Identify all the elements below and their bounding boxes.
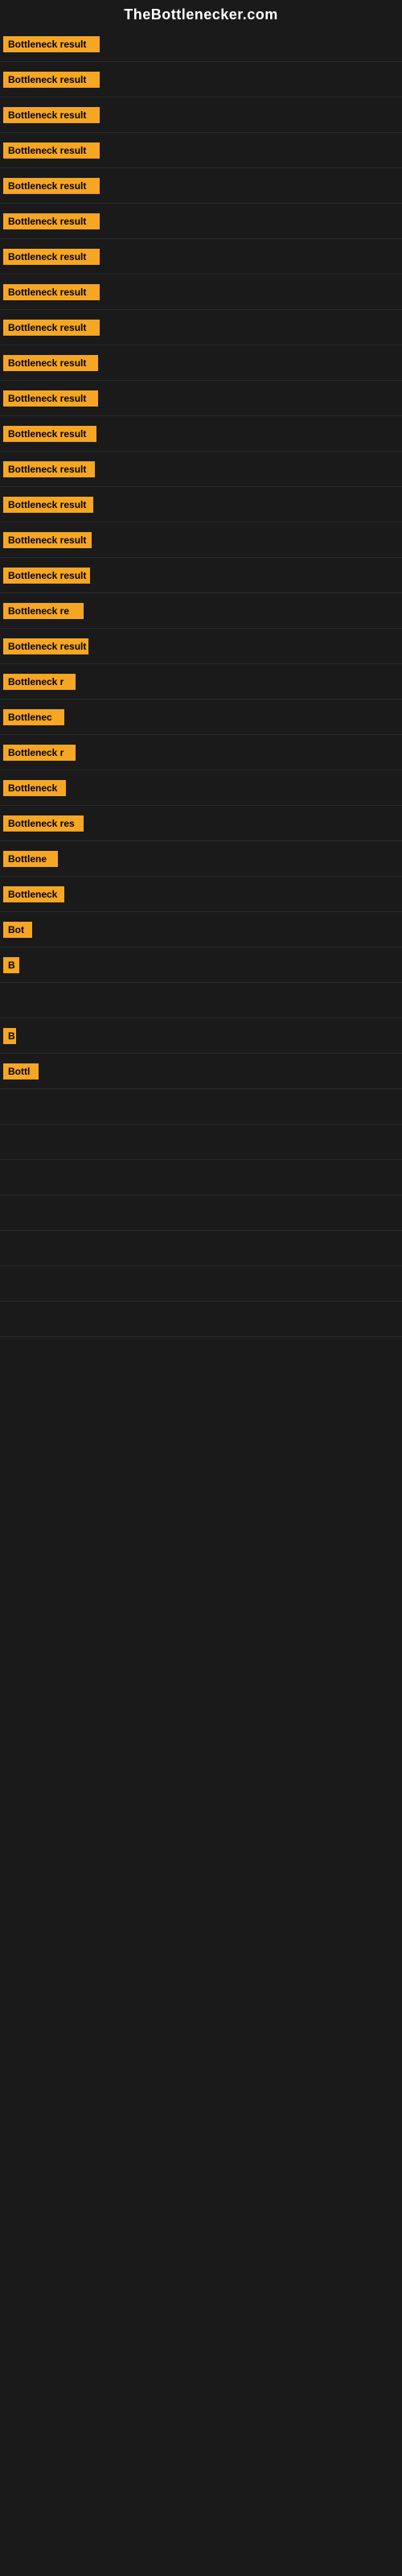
bottleneck-result-bar: Bottleneck result [3,497,93,513]
list-item [0,1266,402,1302]
list-item: Bottleneck [0,770,402,806]
list-item: Bottleneck result [0,381,402,416]
list-item: Bottleneck result [0,522,402,558]
bottleneck-result-bar: Bottl [3,1063,39,1080]
bottleneck-result-bar: Bottleneck result [3,36,100,52]
list-item: Bottlenec [0,700,402,735]
list-item: Bottlene [0,841,402,877]
bottleneck-result-bar: Bottleneck res [3,815,84,832]
list-item: Bottleneck res [0,806,402,841]
list-item: Bottleneck r [0,664,402,700]
bottleneck-result-bar: Bottleneck result [3,461,95,477]
bottleneck-result-bar: Bottleneck result [3,426,96,442]
bottleneck-result-bar: Bottleneck result [3,320,100,336]
list-item: Bottleneck result [0,168,402,204]
bottleneck-result-bar: Bottleneck result [3,107,100,123]
list-item: Bottl [0,1054,402,1089]
bottleneck-result-bar: Bottleneck result [3,355,98,371]
bottleneck-result-bar: Bottleneck re [3,603,84,619]
list-item: Bottleneck result [0,345,402,381]
list-item: Bottleneck result [0,416,402,452]
list-item [0,1195,402,1231]
list-item: B [0,1018,402,1054]
list-item: Bottleneck result [0,97,402,133]
bottleneck-result-bar: Bottleneck result [3,178,100,194]
bottleneck-result-bar: Bottleneck result [3,638,88,654]
list-item: Bottleneck result [0,629,402,664]
list-item [0,983,402,1018]
bottleneck-result-bar: Bottlenec [3,709,64,725]
list-item: Bottleneck result [0,239,402,275]
list-item: Bottleneck result [0,204,402,239]
bottleneck-result-bar: Bottleneck result [3,72,100,88]
list-item: Bottleneck result [0,452,402,487]
list-item: B [0,947,402,983]
list-item: Bottleneck r [0,735,402,770]
list-item: Bottleneck result [0,310,402,345]
bottleneck-result-bar: Bot [3,922,32,938]
list-item: Bottleneck result [0,62,402,97]
bottleneck-result-bar: B [3,1028,16,1044]
bottleneck-result-bar: Bottlene [3,851,58,867]
list-item: Bottleneck result [0,133,402,168]
list-item: Bottleneck [0,877,402,912]
list-item [0,1302,402,1337]
list-item: Bot [0,912,402,947]
list-item [0,1089,402,1125]
bottleneck-result-bar: Bottleneck result [3,532,92,548]
list-item [0,1125,402,1160]
list-item: Bottleneck result [0,558,402,593]
bottleneck-result-bar: Bottleneck [3,886,64,902]
list-item: Bottleneck result [0,27,402,62]
bottleneck-result-bar: Bottleneck result [3,249,100,265]
bottleneck-result-bar: Bottleneck result [3,142,100,159]
bottleneck-result-bar: Bottleneck result [3,284,100,300]
list-item: Bottleneck re [0,593,402,629]
site-title: TheBottlenecker.com [0,0,402,27]
bottleneck-result-bar: Bottleneck [3,780,66,796]
bottleneck-result-bar: Bottleneck r [3,745,76,761]
list-item: Bottleneck result [0,487,402,522]
bottleneck-result-bar: Bottleneck r [3,674,76,690]
bottleneck-result-bar: Bottleneck result [3,213,100,229]
bottleneck-result-bar: Bottleneck result [3,568,90,584]
list-item: Bottleneck result [0,275,402,310]
list-item [0,1231,402,1266]
list-item [0,1160,402,1195]
bottleneck-result-bar: B [3,957,19,973]
bottleneck-result-bar: Bottleneck result [3,390,98,407]
